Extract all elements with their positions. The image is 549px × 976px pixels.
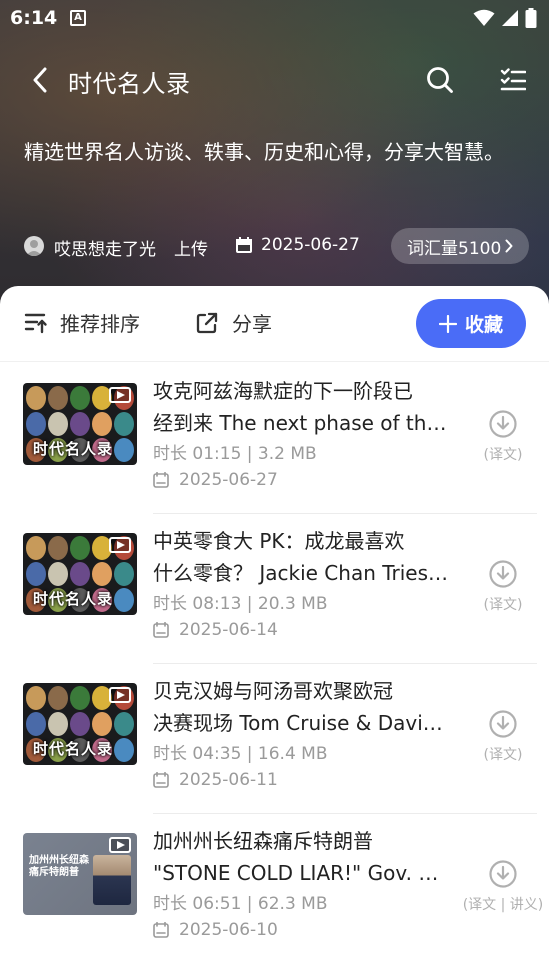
calendar-icon [153,472,169,488]
item-date: 2025-06-14 [179,620,278,640]
status-bar: 6:14 A [0,0,549,36]
header-background: 6:14 A 时代名人录 精选世界名人访谈、轶事、历史和心得，分享大智慧。 哎思… [0,0,549,310]
vocab-count-button[interactable]: 词汇量5100 [391,228,530,264]
item-date: 2025-06-10 [179,920,278,940]
download-icon [489,410,517,438]
search-button[interactable] [423,63,457,97]
item-meta: 时长 08:13 | 20.3 MB [153,594,328,614]
sort-button[interactable]: 推荐排序 [24,308,140,337]
status-icons [473,8,537,28]
calendar-icon [236,237,252,253]
item-date-row: 2025-06-14 [153,620,278,640]
item-title-line-1: 中英零食大 PK：成龙最喜欢 [153,529,405,553]
calendar-icon [153,622,169,638]
status-time: 6:14 [10,7,58,29]
download-button[interactable]: (译文) [468,410,538,464]
item-date: 2025-06-11 [179,770,278,790]
share-icon [196,312,218,333]
item-title-line-2: 什么零食？ Jackie Chan Tries ... [153,561,453,585]
checklist-icon [500,68,526,91]
item-title: 中英零食大 PK：成龙最喜欢 什么零食？ Jackie Chan Tries .… [153,525,453,589]
item-title: 贝克汉姆与阿汤哥欢聚欧冠 决赛现场 Tom Cruise & David ... [153,675,453,739]
back-button[interactable] [24,64,56,96]
sort-icon [24,313,47,333]
download-icon [489,860,517,888]
search-icon [427,67,453,93]
plus-icon [438,314,457,333]
user-icon [26,240,42,256]
download-icon [489,560,517,588]
thumbnail: 时代名人录 [23,533,137,615]
thumbnail-label: 时代名人录 [33,740,114,758]
item-title: 加州州长纽森痛斥特朗普 "STONE COLD LIAR!" Gov. Ne..… [153,825,453,889]
chevron-left-icon [33,67,47,93]
item-title-line-2: 经到来 The next phase of the ... [153,411,453,435]
chevron-right-icon [505,239,513,253]
uploader-name[interactable]: 哎思想走了光 [54,235,156,260]
calendar-icon [153,922,169,938]
toolbar: 推荐排序 分享 收藏 [0,286,549,362]
item-date-row: 2025-06-10 [153,920,278,940]
item-meta: 时长 06:51 | 62.3 MB [153,894,328,914]
thumbnail: 时代名人录 [23,683,137,765]
thumbnail-label: 时代名人录 [33,440,114,458]
page-title: 时代名人录 [68,70,191,98]
notification-a-icon: A [70,10,86,26]
battery-icon [525,8,537,28]
download-button[interactable]: (译文 | 讲义) [459,860,547,914]
item-date: 2025-06-27 [179,470,278,490]
share-button[interactable]: 分享 [196,308,272,337]
item-meta: 时长 04:35 | 16.4 MB [153,744,328,764]
download-label: (译文) [483,747,523,763]
download-label: (译文) [483,597,523,613]
news-portrait [93,855,131,905]
list-item[interactable]: 时代名人录 中英零食大 PK：成龙最喜欢 什么零食？ Jackie Chan T… [0,514,549,664]
item-title: 攻克阿兹海默症的下一阶段已 经到来 The next phase of the … [153,375,453,439]
video-icon [109,837,131,853]
thumbnail-label: 时代名人录 [33,590,114,608]
favorite-label: 收藏 [464,314,503,336]
item-title-line-2: 决赛现场 Tom Cruise & David ... [153,711,453,735]
album-date: 2025-06-27 [261,235,360,255]
sort-label: 推荐排序 [60,312,140,336]
item-date-row: 2025-06-27 [153,470,278,490]
calendar-icon [153,772,169,788]
episode-list: 时代名人录 攻克阿兹海默症的下一阶段已 经到来 The next phase o… [0,364,549,964]
video-icon [109,687,131,703]
video-icon [109,537,131,553]
signal-icon [502,10,518,26]
vocab-label: 词汇量5100 [407,238,502,259]
download-button[interactable]: (译文) [468,560,538,614]
item-date-row: 2025-06-11 [153,770,278,790]
thumbnail: 加州州长纽森痛斥特朗普 [23,833,137,915]
list-item[interactable]: 时代名人录 贝克汉姆与阿汤哥欢聚欧冠 决赛现场 Tom Cruise & Dav… [0,664,549,814]
album-description: 精选世界名人访谈、轶事、历史和心得，分享大智慧。 [24,140,504,164]
checklist-button[interactable] [496,63,530,97]
item-title-line-1: 加州州长纽森痛斥特朗普 [153,829,373,853]
thumbnail: 时代名人录 [23,383,137,465]
item-title-line-1: 攻克阿兹海默症的下一阶段已 [153,379,413,403]
album-meta: 哎思想走了光 上传 2025-06-27 词汇量5100 [24,226,534,266]
wifi-icon [473,9,495,26]
share-label: 分享 [232,312,272,336]
item-title-line-2: "STONE COLD LIAR!" Gov. Ne... [153,861,453,885]
video-icon [109,387,131,403]
list-item[interactable]: 时代名人录 攻克阿兹海默症的下一阶段已 经到来 The next phase o… [0,364,549,514]
item-meta: 时长 01:15 | 3.2 MB [153,444,317,464]
download-label: (译文) [483,447,523,463]
list-item[interactable]: 加州州长纽森痛斥特朗普 加州州长纽森痛斥特朗普 "STONE COLD LIAR… [0,814,549,964]
upload-label: 上传 [174,240,208,260]
nav-bar: 时代名人录 [0,52,549,108]
content-panel: 推荐排序 分享 收藏 时代名人录 攻克阿兹海默症的下一阶段已 经到来 The n… [0,286,549,976]
favorite-button[interactable]: 收藏 [416,299,526,348]
download-label: (译文 | 讲义) [462,897,544,913]
download-icon [489,710,517,738]
item-title-line-1: 贝克汉姆与阿汤哥欢聚欧冠 [153,679,393,703]
download-button[interactable]: (译文) [468,710,538,764]
thumbnail-headline: 加州州长纽森痛斥特朗普 [29,855,89,878]
avatar[interactable] [24,236,44,256]
